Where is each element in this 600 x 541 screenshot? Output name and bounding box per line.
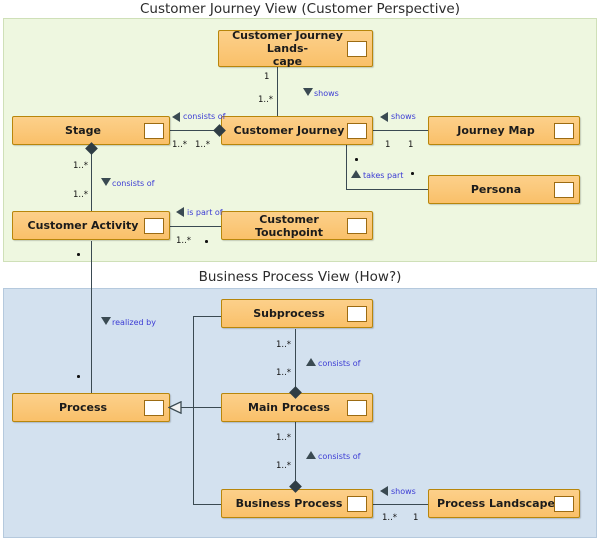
- card-touchpoint-source: 1..*: [176, 236, 192, 246]
- business-object-icon: [347, 305, 367, 322]
- relation-label-consists-of-activity: consists of: [112, 179, 155, 188]
- relation-label-consists-of-subprocess: consists of: [318, 359, 361, 368]
- card-subprocess-source: 1..*: [276, 340, 292, 350]
- card-journey-stage-target: 1..*: [195, 140, 211, 150]
- connector-subprocess-route-top: [193, 316, 222, 317]
- relation-label-shows-landscape: shows: [314, 89, 339, 98]
- relation-label-consists-of-bizprocess: consists of: [318, 452, 361, 461]
- card-journeymap-source: 1: [385, 140, 391, 150]
- node-journey-map[interactable]: Journey Map: [428, 116, 580, 145]
- business-object-icon: [554, 122, 574, 139]
- relation-label-takes-part: takes part: [363, 171, 404, 180]
- card-journeymap-target: 1: [408, 140, 414, 150]
- card-landscape-bizprocess-source: 1..*: [382, 513, 398, 523]
- business-object-icon: [347, 122, 367, 139]
- marker-consists-of-stage-activity: [101, 178, 111, 186]
- connector-landscape-bizprocess: [372, 504, 429, 505]
- connector-stage-activity: [91, 146, 92, 211]
- relation-label-shows-journeymap: shows: [391, 112, 416, 121]
- card-landscape-journey-source: 1: [264, 72, 270, 82]
- connector-activity-process: [91, 241, 92, 394]
- relation-label-shows-bizprocess: shows: [391, 487, 416, 496]
- card-activity-process-target-dot: [77, 375, 80, 378]
- node-label: Process: [58, 401, 108, 414]
- node-customer-journey[interactable]: Customer Journey: [221, 116, 373, 145]
- node-label: Subprocess: [253, 307, 325, 320]
- connector-persona-journey-vertical: [346, 145, 347, 190]
- card-stage-activity-target: 1..*: [73, 190, 89, 200]
- connector-journeymap-journey: [372, 130, 429, 131]
- card-bizprocess-source: 1..*: [276, 433, 292, 443]
- card-stage-activity-source: 1..*: [73, 161, 89, 171]
- node-label: Stage: [65, 124, 101, 137]
- node-label: Business Process: [235, 497, 343, 510]
- business-object-icon: [347, 495, 367, 512]
- node-process-landscape[interactable]: Process Landscape: [428, 489, 580, 518]
- card-persona-source-dot: [355, 158, 358, 161]
- relation-label-consists-of-stage: consists of: [183, 112, 226, 121]
- node-customer-touchpoint[interactable]: Customer Touchpoint: [221, 211, 373, 240]
- marker-shows-landscape-journey: [303, 88, 313, 96]
- node-label: Persona: [470, 183, 522, 196]
- marker-shows-journeymap: [380, 112, 388, 122]
- connector-touchpoint-activity: [170, 226, 222, 227]
- node-customer-journey-landscape[interactable]: Customer Journey Lands- cape: [218, 29, 373, 68]
- node-label: Customer Activity: [27, 219, 139, 232]
- marker-is-part-of: [176, 207, 184, 217]
- customer-journey-view-title: Customer Journey View (Customer Perspect…: [139, 1, 461, 17]
- business-object-icon: [144, 122, 164, 139]
- business-object-icon: [347, 217, 367, 234]
- relation-label-is-part-of: is part of: [187, 208, 223, 217]
- connector-mainprocess-process: [178, 407, 222, 408]
- node-label: Journey Map: [457, 124, 535, 137]
- card-landscape-journey-target: 1..*: [258, 95, 274, 105]
- node-label: Main Process: [248, 401, 330, 414]
- business-object-icon: [144, 399, 164, 416]
- marker-consists-of-bizprocess: [306, 451, 316, 459]
- card-persona-target-dot: [411, 172, 414, 175]
- connector-persona-journey-horizontal: [346, 189, 430, 190]
- business-object-icon: [554, 181, 574, 198]
- connector-subprocess-route-vertical: [193, 316, 194, 504]
- node-customer-activity[interactable]: Customer Activity: [12, 211, 170, 240]
- generalization-arrow-mainprocess-process: [167, 400, 182, 419]
- card-landscape-bizprocess-target: 1: [413, 513, 419, 523]
- node-process[interactable]: Process: [12, 393, 170, 422]
- marker-realized-by: [101, 317, 111, 325]
- diagram-canvas: Customer Journey View (Customer Perspect…: [0, 0, 600, 541]
- marker-shows-landscape-bizprocess: [380, 486, 388, 496]
- relation-label-realized-by: realized by: [112, 318, 156, 327]
- connector-subprocess-route-bottom: [193, 504, 222, 505]
- marker-consists-of-journey-stage: [172, 112, 180, 122]
- card-touchpoint-target-dot: [205, 240, 208, 243]
- business-object-icon: [144, 217, 164, 234]
- card-subprocess-target: 1..*: [276, 368, 292, 378]
- connector-landscape-journey: [277, 66, 278, 118]
- node-persona[interactable]: Persona: [428, 175, 580, 204]
- card-activity-process-source-dot: [77, 253, 80, 256]
- node-subprocess[interactable]: Subprocess: [221, 299, 373, 328]
- marker-takes-part: [351, 170, 361, 178]
- card-journey-stage-source: 1..*: [172, 140, 188, 150]
- card-bizprocess-target: 1..*: [276, 461, 292, 471]
- business-object-icon: [347, 40, 367, 57]
- node-label: Customer Journey: [233, 124, 345, 137]
- node-business-process[interactable]: Business Process: [221, 489, 373, 518]
- business-object-icon: [347, 399, 367, 416]
- marker-consists-of-subprocess: [306, 358, 316, 366]
- business-object-icon: [554, 495, 574, 512]
- business-process-view-title: Business Process View (How?): [198, 269, 402, 285]
